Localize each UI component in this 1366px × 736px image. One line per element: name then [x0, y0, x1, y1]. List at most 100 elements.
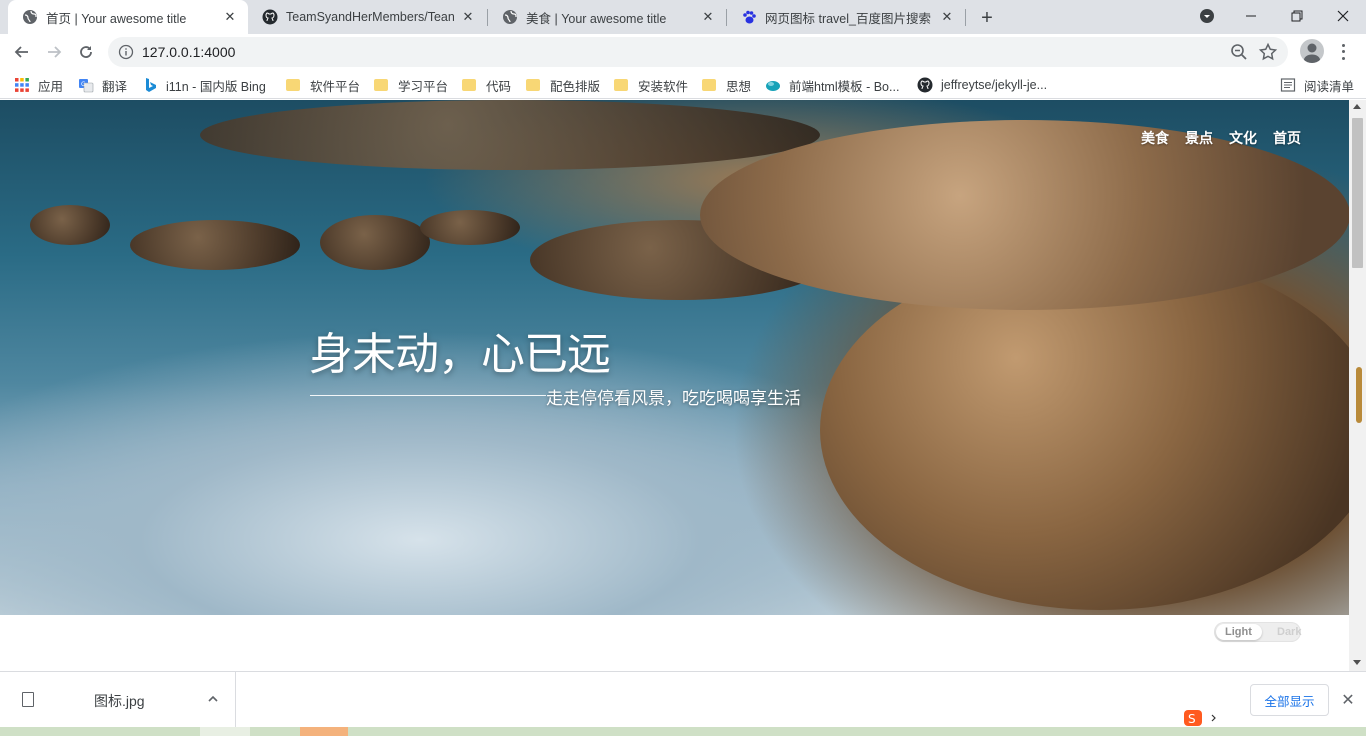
nav-link-culture[interactable]: 文化: [1229, 128, 1257, 148]
close-tab-icon[interactable]: ✕: [222, 9, 238, 25]
rock-shape: [200, 100, 820, 170]
github-icon: [917, 77, 933, 93]
bookmark-folder-color-layout[interactable]: 配色排版: [526, 75, 600, 95]
reading-list-icon: [1280, 78, 1296, 92]
bookmark-label: i11n - 国内版 Bing: [166, 79, 266, 94]
close-tab-icon[interactable]: ✕: [460, 9, 476, 25]
bookmark-bing[interactable]: i11n - 国内版 Bing: [142, 75, 266, 95]
rock-shape: [420, 210, 520, 245]
bookmark-apps[interactable]: 应用: [14, 75, 63, 95]
theme-light-label[interactable]: Light: [1225, 626, 1252, 638]
taskbar-item[interactable]: [300, 727, 348, 736]
bookmark-label: 思想: [726, 79, 752, 94]
tab-title: 美食 | Your awesome title: [526, 11, 667, 26]
info-icon[interactable]: [118, 44, 134, 60]
hero-subtitle: 走走停停看风景，吃吃喝喝享生活: [546, 389, 801, 408]
hero-banner-image: 美食 景点 文化 首页 身未动，心已远 走走停停看风景，吃吃喝喝享生活: [0, 100, 1349, 615]
tab-search-button[interactable]: [1184, 0, 1230, 32]
address-bar[interactable]: 127.0.0.1:4000: [108, 37, 1288, 67]
reading-list-button[interactable]: 阅读清单: [1280, 75, 1354, 95]
sogou-ime-icon[interactable]: S: [1180, 708, 1220, 728]
forward-button[interactable]: [40, 38, 68, 66]
bookmark-frontend-templates[interactable]: 前端html模板 - Bo...: [765, 75, 899, 95]
browser-menu-button[interactable]: [1334, 42, 1352, 62]
scroll-progress-indicator: [1356, 367, 1362, 423]
nav-link-attractions[interactable]: 景点: [1185, 128, 1213, 148]
url-text[interactable]: 127.0.0.1:4000: [142, 44, 235, 60]
bookmark-translate[interactable]: G 翻译: [78, 75, 127, 95]
rock-shape: [700, 120, 1349, 310]
site-nav: 美食 景点 文化 首页: [1141, 128, 1301, 148]
bookmark-folder-software-platform[interactable]: 软件平台: [286, 75, 360, 95]
minimize-icon: [1246, 15, 1256, 17]
baidu-paw-icon: [741, 9, 757, 25]
folder-icon: [374, 77, 390, 93]
globe-icon: [502, 9, 518, 25]
bookmark-folder-install-software[interactable]: 安装软件: [614, 75, 688, 95]
tab-title: TeamSyandHerMembers/Tean: [286, 10, 454, 24]
theme-toggle[interactable]: Light Dark: [1214, 622, 1301, 642]
bootstrap-icon: [766, 81, 780, 91]
hero-title: 身未动，心已远: [309, 330, 611, 379]
restore-button[interactable]: [1274, 0, 1320, 32]
star-icon[interactable]: [1258, 42, 1278, 62]
restore-icon: [1291, 10, 1303, 22]
bookmark-folder-thoughts[interactable]: 思想: [702, 75, 751, 95]
folder-icon: [702, 77, 718, 93]
translate-icon: G: [79, 79, 94, 93]
user-icon: [1304, 43, 1320, 63]
bookmark-label: 安装软件: [638, 79, 689, 94]
new-tab-button[interactable]: +: [976, 7, 998, 29]
scrollbar-thumb[interactable]: [1352, 118, 1363, 268]
reload-button[interactable]: [72, 38, 100, 66]
bookmark-folder-study-platform[interactable]: 学习平台: [374, 75, 448, 95]
folder-icon: [614, 77, 630, 93]
scroll-up-arrow-icon[interactable]: [1353, 104, 1361, 109]
close-download-bar-icon[interactable]: ✕: [1338, 690, 1358, 710]
back-button[interactable]: [8, 38, 36, 66]
minimize-button[interactable]: [1228, 0, 1274, 32]
theme-dark-label[interactable]: Dark: [1277, 626, 1301, 638]
download-item[interactable]: 图标.jpg: [0, 672, 236, 728]
tab-home[interactable]: 首页 | Your awesome title ✕: [8, 0, 248, 34]
page-scrollbar[interactable]: [1349, 100, 1366, 671]
svg-text:G: G: [81, 81, 86, 88]
bookmark-label: 翻译: [102, 79, 128, 94]
tab-strip: 首页 | Your awesome title ✕ TeamSyandHerMe…: [0, 0, 1366, 34]
show-all-downloads-button[interactable]: 全部显示: [1250, 684, 1329, 716]
tab-github[interactable]: TeamSyandHerMembers/Tean ✕: [248, 0, 486, 34]
close-tab-icon[interactable]: ✕: [700, 9, 716, 25]
chevron-up-icon[interactable]: [206, 692, 220, 706]
close-tab-icon[interactable]: ✕: [939, 9, 955, 25]
tab-baidu[interactable]: 网页图标 travel_百度图片搜索 ✕: [727, 0, 965, 34]
reload-icon: [80, 46, 92, 58]
rock-shape: [320, 215, 430, 270]
bookmark-label: 代码: [486, 79, 512, 94]
bookmark-label: 学习平台: [398, 79, 449, 94]
scroll-down-arrow-icon[interactable]: [1353, 660, 1361, 665]
taskbar-item[interactable]: [200, 727, 250, 736]
bookmarks-bar: 应用 G 翻译 i11n - 国内版 Bing 软件平台 学习平台 代码 配色排…: [0, 70, 1366, 99]
bookmark-jekyll-github[interactable]: jeffreytse/jekyll-je...: [917, 75, 1047, 95]
nav-link-home[interactable]: 首页: [1273, 128, 1301, 148]
zoom-out-icon[interactable]: [1230, 43, 1248, 61]
bookmark-label: 应用: [38, 79, 64, 94]
nav-link-food[interactable]: 美食: [1141, 128, 1169, 148]
arrow-left-icon: [14, 46, 28, 58]
bing-icon: [146, 78, 156, 92]
globe-icon: [22, 9, 38, 25]
chevron-down-circle-icon: [1200, 9, 1214, 23]
hero-divider: [310, 395, 546, 396]
browser-toolbar: 127.0.0.1:4000: [0, 34, 1366, 70]
bookmark-label: jeffreytse/jekyll-je...: [941, 78, 1048, 92]
tab-food[interactable]: 美食 | Your awesome title ✕: [488, 0, 726, 34]
apps-grid-icon: [15, 78, 29, 92]
close-window-button[interactable]: [1320, 0, 1366, 32]
bookmark-label: 配色排版: [550, 79, 601, 94]
download-file-name[interactable]: 图标.jpg: [94, 691, 145, 711]
bookmark-label: 前端html模板 - Bo...: [789, 79, 900, 94]
profile-avatar[interactable]: [1300, 39, 1324, 63]
bookmark-folder-code[interactable]: 代码: [462, 75, 511, 95]
file-icon: [22, 692, 34, 707]
web-page: 美食 景点 文化 首页 身未动，心已远 走走停停看风景，吃吃喝喝享生活 Ligh…: [0, 100, 1366, 671]
